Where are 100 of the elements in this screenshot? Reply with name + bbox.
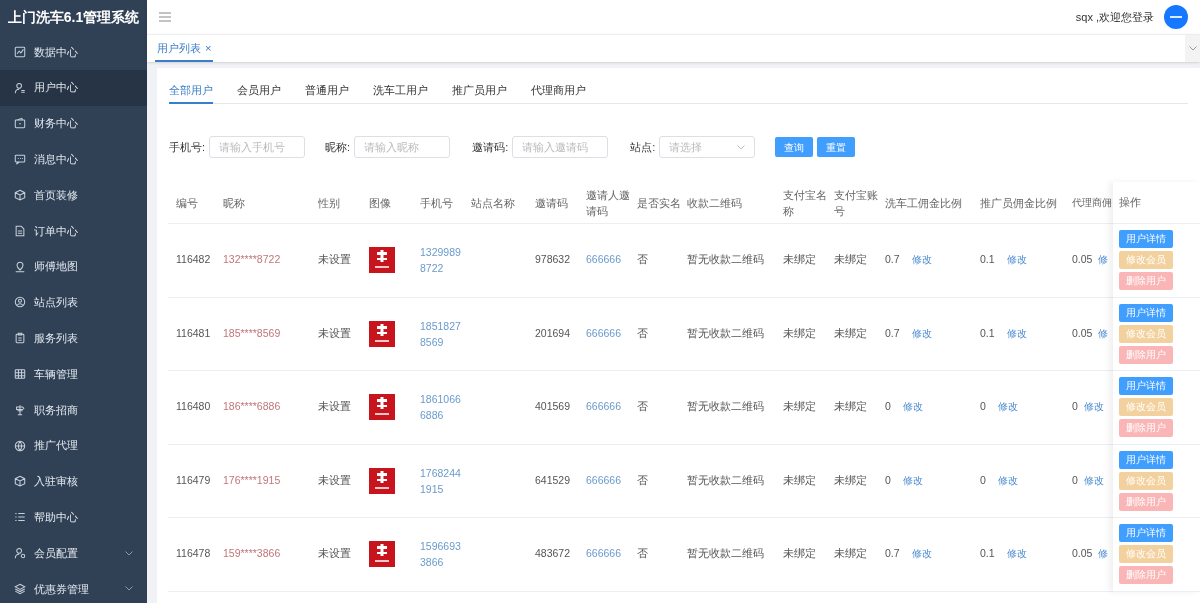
table-cell-text: 116479 xyxy=(175,472,212,488)
sidebar-item[interactable]: 财务中心 xyxy=(0,105,147,142)
tab[interactable]: 普通用户 xyxy=(305,82,349,104)
edit-link[interactable]: 修改 xyxy=(1006,253,1027,268)
sidebar-item[interactable]: 会员配置 xyxy=(0,535,147,571)
edit-link[interactable]: 修改 xyxy=(902,473,923,488)
sidebar-item[interactable]: 数据中心 xyxy=(0,34,147,70)
input-field[interactable]: 请输入邀请码 xyxy=(512,136,609,158)
sidebar-item[interactable]: 优惠券管理 xyxy=(0,570,147,603)
edit-link[interactable]: 修 xyxy=(1098,326,1109,341)
app-title: 上门洗车6.1管理系统 xyxy=(6,7,141,27)
sidebar-item[interactable]: 车辆管理 xyxy=(0,356,147,392)
table-cell-text: 未绑定 xyxy=(782,472,817,488)
inviter-code-link[interactable]: 666666 xyxy=(578,472,629,489)
column-header: 推广员佣金比例 xyxy=(979,195,1058,211)
page-tab[interactable]: 用户列表 xyxy=(157,39,201,57)
wallet-icon xyxy=(14,117,26,130)
sidebar-item[interactable]: 职务招商 xyxy=(0,391,147,428)
user-circle-icon xyxy=(14,296,26,309)
sidebar-item[interactable]: 站点列表 xyxy=(0,284,147,321)
edit-link[interactable]: 修改 xyxy=(911,547,932,562)
sidebar-item[interactable]: 帮助中心 xyxy=(0,499,147,536)
column-header: 是否实名 xyxy=(636,195,679,211)
ratio-value: 0 xyxy=(885,399,891,415)
table-cell-text: 否 xyxy=(636,546,649,562)
tab[interactable]: 会员用户 xyxy=(237,82,281,104)
table-cell-text: 未绑定 xyxy=(782,546,817,562)
edit-link[interactable]: 修 xyxy=(1098,547,1109,562)
site-select[interactable]: 请选择 xyxy=(659,136,756,158)
list-icon xyxy=(14,511,26,524)
sidebar-item[interactable]: 推广代理 xyxy=(0,427,147,464)
clipboard-icon xyxy=(14,332,26,345)
nickname-text: 185****8569 xyxy=(222,325,282,341)
detail-button[interactable]: 用户详情 xyxy=(1119,377,1173,396)
inviter-code-link[interactable]: 666666 xyxy=(578,252,629,269)
edit-link[interactable]: 修改 xyxy=(997,400,1018,415)
search-button[interactable]: 查询 xyxy=(775,137,814,157)
tab[interactable]: 代理商用户 xyxy=(531,82,586,104)
ratio-value: 0.7 xyxy=(885,252,900,268)
inviter-code-link[interactable]: 666666 xyxy=(578,399,629,416)
close-icon[interactable]: × xyxy=(205,39,212,57)
table-cell-text: 暂无收款二维码 xyxy=(686,325,765,341)
table-cell-text: 未设置 xyxy=(317,472,352,488)
detail-button[interactable]: 用户详情 xyxy=(1119,524,1173,543)
table-cell-text: 641529 xyxy=(534,472,572,488)
user-avatar[interactable] xyxy=(1164,5,1188,29)
welcome-text: sqx ,欢迎您登录 xyxy=(1075,9,1154,25)
inviter-code-link[interactable]: 666666 xyxy=(578,546,629,563)
tabs-dropdown[interactable] xyxy=(1185,35,1200,62)
table-cell-text: 未设置 xyxy=(317,399,352,415)
column-header: 手机号 xyxy=(419,195,454,211)
sidebar-item[interactable]: 师傅地图 xyxy=(0,248,147,285)
edit-link[interactable]: 修 xyxy=(1098,253,1109,268)
document-icon xyxy=(14,224,26,237)
reset-button[interactable]: 重置 xyxy=(817,137,856,157)
detail-button[interactable]: 用户详情 xyxy=(1119,230,1173,249)
phone-link[interactable]: 18518278569 xyxy=(420,317,464,350)
table-cell-text: 未设置 xyxy=(317,325,352,341)
phone-link[interactable]: 17682441915 xyxy=(420,464,464,497)
tab[interactable]: 全部用户 xyxy=(169,82,213,104)
location-pin-icon xyxy=(14,260,26,273)
table-cell-text: 否 xyxy=(636,252,649,268)
edit-link[interactable]: 修改 xyxy=(902,400,923,415)
sidebar-item[interactable]: 首页装修 xyxy=(0,177,147,213)
tab[interactable]: 推广员用户 xyxy=(452,82,507,104)
edit-link[interactable]: 修改 xyxy=(1083,473,1104,488)
column-header: 图像 xyxy=(368,195,392,211)
user-settings-icon xyxy=(14,547,26,560)
menu-icon[interactable] xyxy=(159,12,171,22)
ratio-value: 0 xyxy=(980,472,986,488)
table-cell-text: 未绑定 xyxy=(833,399,868,415)
tab[interactable]: 洗车工用户 xyxy=(373,82,428,104)
column-header: 站点名称 xyxy=(470,195,516,211)
edit-link[interactable]: 修改 xyxy=(1006,547,1027,562)
table-cell-text: 未设置 xyxy=(317,252,352,268)
box-icon xyxy=(14,189,26,202)
phone-link[interactable]: 13299898722 xyxy=(420,244,464,277)
edit-link[interactable]: 修改 xyxy=(911,326,932,341)
edit-link[interactable]: 修改 xyxy=(997,473,1018,488)
sidebar-item[interactable]: 订单中心 xyxy=(0,213,147,249)
sidebar-item[interactable]: 用户中心 xyxy=(0,69,147,106)
detail-button[interactable]: 用户详情 xyxy=(1119,450,1173,469)
edit-link[interactable]: 修改 xyxy=(1083,400,1104,415)
message-icon xyxy=(14,153,26,166)
phone-link[interactable]: 18610666886 xyxy=(420,391,464,424)
inviter-code-link[interactable]: 666666 xyxy=(578,325,629,342)
table-cell-text: 未绑定 xyxy=(833,252,868,268)
ratio-value: 0.7 xyxy=(885,546,900,562)
column-header: 支付宝名称 xyxy=(782,187,828,219)
column-header: 洗车工佣金比例 xyxy=(884,195,963,211)
phone-link[interactable]: 15966933866 xyxy=(420,538,464,571)
edit-link[interactable]: 修改 xyxy=(1006,326,1027,341)
sidebar-item[interactable]: 入驻审核 xyxy=(0,463,147,500)
input-field[interactable]: 请输入昵称 xyxy=(354,136,451,158)
sidebar-item[interactable]: 消息中心 xyxy=(0,141,147,178)
user-icon xyxy=(14,81,26,94)
filter-label: 站点: xyxy=(630,139,656,155)
detail-button[interactable]: 用户详情 xyxy=(1119,303,1173,322)
sidebar-item[interactable]: 服务列表 xyxy=(0,320,147,357)
edit-link[interactable]: 修改 xyxy=(911,253,932,268)
